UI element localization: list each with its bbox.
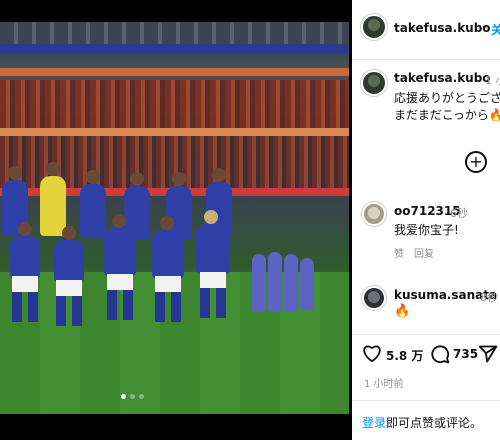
stadium-roof — [0, 22, 349, 44]
follow-button[interactable]: 关 — [491, 21, 500, 38]
staff-member — [268, 252, 282, 312]
carousel-dot — [138, 394, 144, 399]
player-shorts — [56, 280, 82, 296]
caption-avatar[interactable] — [361, 70, 387, 96]
goalkeeper — [40, 176, 66, 236]
player-shorts — [200, 272, 226, 288]
divider — [352, 334, 500, 335]
comment-time: 6秒 — [450, 207, 468, 220]
player-legs — [200, 288, 226, 318]
player-head — [86, 170, 100, 184]
player-legs — [107, 290, 133, 320]
add-circle-icon[interactable]: + — [465, 151, 487, 173]
player-shorts — [155, 276, 181, 292]
comment-avatar[interactable] — [362, 202, 386, 226]
player-head — [46, 162, 60, 176]
carousel-dot — [129, 394, 135, 399]
post-media-area — [0, 0, 352, 440]
login-prompt-text: 即可点赞或评论。 — [386, 416, 483, 430]
player — [54, 240, 84, 282]
avatar[interactable] — [361, 14, 387, 40]
player-legs — [155, 292, 181, 322]
carousel-indicator — [112, 394, 152, 402]
caption-username[interactable]: takefusa.kubo — [394, 71, 491, 85]
player-head — [204, 210, 218, 224]
post-photo[interactable] — [0, 22, 349, 414]
comment-time: 8秒 — [480, 291, 498, 304]
caption-time: 1 小 — [485, 74, 500, 87]
player — [152, 230, 184, 278]
stadium-band — [0, 128, 349, 136]
player — [80, 184, 106, 238]
heart-icon[interactable] — [362, 344, 382, 367]
comment-avatar[interactable] — [362, 286, 386, 310]
player-legs — [12, 292, 38, 322]
login-link[interactable]: 登录 — [362, 416, 386, 430]
comment-icon[interactable] — [430, 344, 450, 369]
header-separator: · — [484, 21, 488, 35]
share-icon[interactable] — [478, 344, 498, 369]
login-prompt: 登录即可点赞或评论。 — [362, 414, 482, 431]
post-side-panel: takefusa.kubo · 关 takefusa.kubo 1 小 応援あり… — [352, 0, 500, 440]
comment-text: 我爱你宝子! — [394, 223, 459, 237]
comment-count: 735 — [453, 347, 479, 361]
staff-member — [300, 258, 314, 310]
player-head — [130, 172, 144, 186]
caption-line-2: まだまだこっから🔥🔥 — [394, 108, 500, 122]
comment-text: 🔥 — [394, 304, 411, 319]
comment-like-button[interactable]: 赞 — [394, 245, 404, 260]
player — [196, 224, 230, 274]
player-legs — [56, 296, 82, 326]
player-shorts — [12, 276, 38, 292]
stadium-banner — [0, 44, 349, 54]
header-username[interactable]: takefusa.kubo — [394, 21, 491, 35]
player-head — [112, 214, 126, 228]
player-head — [160, 216, 174, 230]
player — [10, 236, 40, 278]
staff-member — [252, 254, 266, 312]
post-time: 1 小时前 — [364, 379, 404, 390]
like-count: 5.8 万 — [386, 349, 424, 363]
player — [104, 228, 136, 276]
stadium-band — [0, 68, 349, 76]
player-head — [8, 166, 22, 180]
player-head — [18, 222, 32, 236]
player-head — [212, 168, 226, 182]
crowd-upper — [0, 80, 349, 128]
player-head — [62, 226, 76, 240]
player-head — [172, 172, 186, 186]
divider — [352, 400, 500, 401]
post-header: takefusa.kubo · 关 — [352, 0, 500, 60]
player-shorts — [107, 274, 133, 290]
staff-member — [284, 254, 298, 312]
comment-reply-button[interactable]: 回复 — [414, 245, 434, 260]
caption-line-1: 応援ありがとうござい — [394, 91, 500, 105]
carousel-dot — [120, 394, 126, 399]
